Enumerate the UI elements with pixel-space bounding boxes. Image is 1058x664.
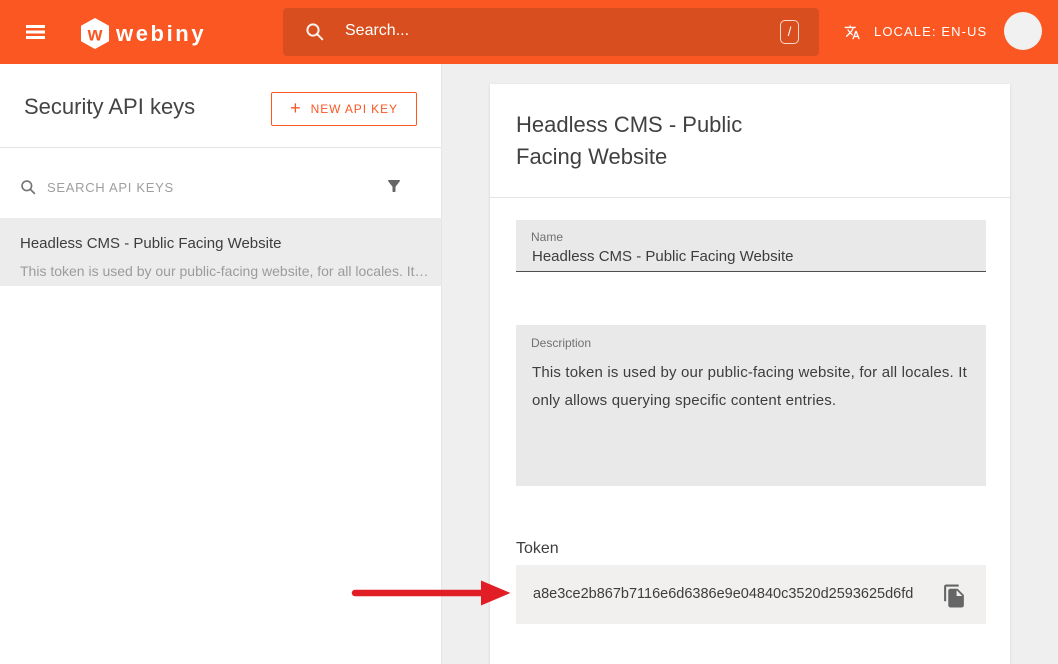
svg-text:w: w: [87, 25, 103, 46]
